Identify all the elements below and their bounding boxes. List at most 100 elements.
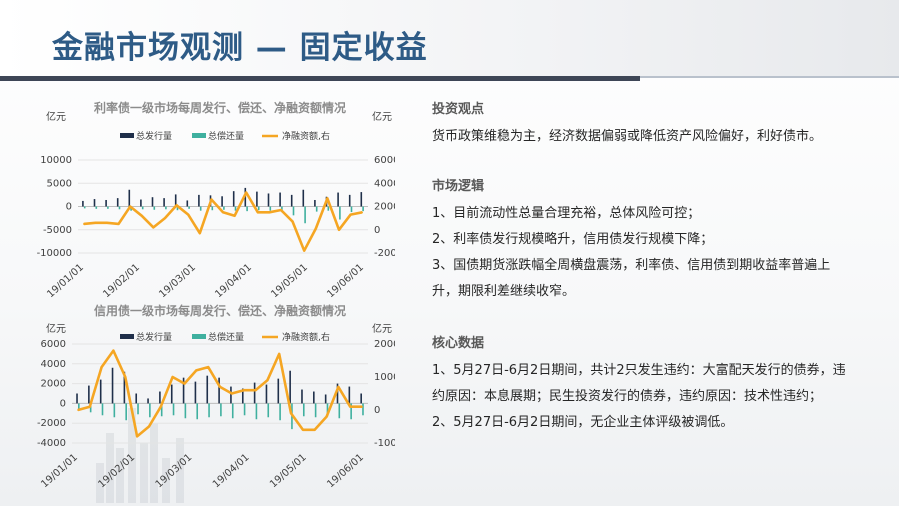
line-point <box>254 389 257 391</box>
line-point <box>100 366 103 368</box>
line-point <box>152 226 155 229</box>
line-point <box>171 376 174 378</box>
left-tick-label: 6000 <box>41 339 66 350</box>
bar <box>159 391 161 404</box>
bar <box>82 200 84 207</box>
bar <box>118 206 121 210</box>
net-financing-line <box>83 191 363 252</box>
bar <box>220 403 222 417</box>
left-tick-label: 0 <box>60 398 66 409</box>
left-axis-unit: 亿元 <box>46 322 66 335</box>
bar-series <box>78 403 364 430</box>
line-point <box>303 249 306 252</box>
bar <box>279 403 281 421</box>
left-axis-unit: 亿元 <box>46 110 66 123</box>
bar <box>302 403 305 417</box>
x-tick-label: 19/01/01 <box>39 452 80 490</box>
line-point <box>233 215 236 217</box>
bar <box>304 206 306 224</box>
legend-swatch <box>192 334 206 339</box>
line-points <box>83 191 364 252</box>
line-point <box>94 221 97 224</box>
x-tick-label: 19/05/01 <box>269 262 310 299</box>
data-item: 1、5月27日-6月2日期间，共计2只发生违约：大富配天发行的债券，违约原因：本… <box>432 363 846 404</box>
line-point <box>291 220 294 223</box>
bar <box>314 403 317 418</box>
right-tick-label: 6000 <box>374 155 395 166</box>
line-point <box>129 205 131 208</box>
bar <box>256 191 258 207</box>
line-point <box>349 213 352 216</box>
left-tick-label: 2000 <box>41 379 66 390</box>
building-shape <box>140 443 148 503</box>
bar <box>83 206 86 209</box>
left-tick-label: 4000 <box>41 359 66 370</box>
bar <box>348 386 351 404</box>
right-tick-label: -2000 <box>374 248 395 259</box>
bar <box>277 378 280 404</box>
bar <box>128 189 131 207</box>
chart-title: 利率债一级市场每周发行、偿还、净融资额情况 <box>94 100 346 115</box>
line-point <box>290 412 292 415</box>
left-tick-label: -5000 <box>43 225 72 236</box>
bar <box>76 393 78 404</box>
bar <box>188 206 190 209</box>
header-rule-light <box>640 76 899 78</box>
page-title: 金融市场观测 — 固定收益 <box>52 30 428 66</box>
bar <box>362 206 364 212</box>
line-point <box>242 389 245 391</box>
bar <box>147 398 149 404</box>
view-text: 货币政策维稳为主，经济数据偏弱或降低资产风险偏好，利好债市。 <box>432 129 823 144</box>
bar <box>135 393 138 404</box>
bar <box>314 199 316 207</box>
bar <box>172 403 175 416</box>
line-point <box>338 228 340 231</box>
bar <box>360 192 363 207</box>
bar <box>360 393 362 404</box>
bar <box>199 206 202 211</box>
bar <box>269 206 272 211</box>
right-axis-unit: 亿元 <box>372 322 392 335</box>
line-point <box>337 386 340 388</box>
bar <box>315 206 318 212</box>
x-tick-label: 19/01/01 <box>45 262 86 299</box>
bar <box>327 206 330 211</box>
legend-swatch <box>120 334 134 339</box>
chart-title: 信用债一级市场每周发行、偿还、净融资额情况 <box>94 303 346 318</box>
line-point <box>219 386 221 388</box>
bar <box>116 198 119 207</box>
left-tick-label: -10000 <box>37 248 72 259</box>
line-point <box>257 211 259 214</box>
line-point <box>88 405 91 408</box>
logic-heading: 市场逻辑 <box>432 179 485 194</box>
bar <box>232 191 235 207</box>
line-point <box>315 227 317 230</box>
bar <box>267 403 270 418</box>
bar <box>99 379 102 404</box>
bar <box>101 403 104 416</box>
line-point <box>124 376 127 378</box>
x-tick-label: 19/06/01 <box>325 452 366 490</box>
bar <box>163 198 165 207</box>
legend-label: 总发行量 <box>136 331 172 343</box>
right-axis-unit: 亿元 <box>372 110 392 123</box>
bar <box>141 206 144 210</box>
legend: 总发行量 总偿还量 净融资额,右 <box>120 331 330 343</box>
right-tick-label: 0 <box>374 405 380 416</box>
bar <box>140 199 142 207</box>
rate-bond-chart: 利率债一级市场每周发行、偿还、净融资额情况亿元 亿元总发行量 总偿还量 净融资额,右 1… <box>0 94 395 299</box>
line-point <box>325 415 328 418</box>
legend-label: 总偿还量 <box>208 331 244 343</box>
left-tick-label: -4000 <box>37 438 66 449</box>
bar <box>257 206 260 211</box>
bar <box>231 403 234 419</box>
line-point <box>313 429 316 431</box>
line-point <box>83 223 85 225</box>
bar <box>292 206 295 216</box>
legend-label: 净融资额,右 <box>282 331 330 343</box>
bar <box>149 403 151 418</box>
bar <box>246 206 248 212</box>
line-point <box>231 392 233 395</box>
bar <box>243 403 246 416</box>
legend: 总发行量 总偿还量 净融资额,右 <box>120 130 330 142</box>
